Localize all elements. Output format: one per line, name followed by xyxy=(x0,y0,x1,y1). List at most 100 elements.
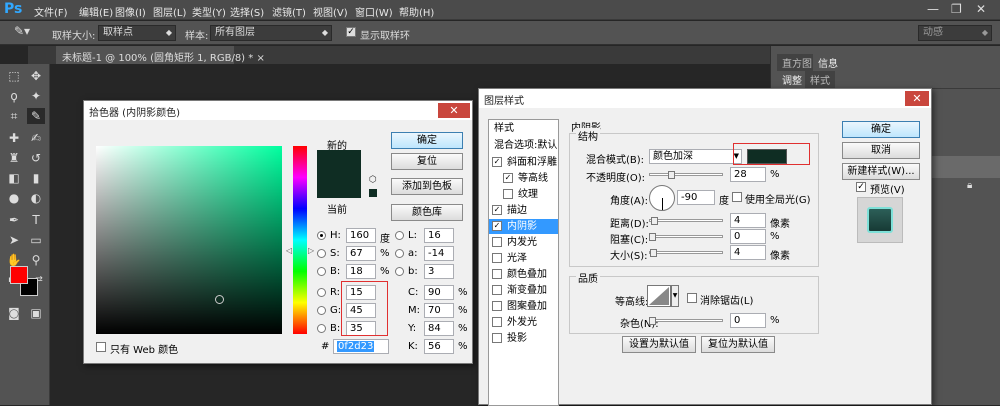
web-only-checkbox[interactable] xyxy=(96,342,106,352)
color-overlay-checkbox[interactable] xyxy=(492,269,502,279)
minimize-icon[interactable]: — xyxy=(927,2,939,16)
cancel-button[interactable]: 取消 xyxy=(842,142,920,159)
new-style-button[interactable]: 新建样式(W)... xyxy=(842,163,920,180)
menu-window[interactable]: 窗口(W) xyxy=(355,4,393,19)
s-input[interactable]: 67 xyxy=(346,246,376,261)
style-item-color-overlay[interactable]: 颜色叠加 xyxy=(489,267,558,282)
close-icon[interactable]: ✕ xyxy=(976,2,986,16)
shape-tool-icon[interactable]: ▭ xyxy=(27,232,45,248)
screen-mode-icon[interactable]: ▣ xyxy=(27,305,45,321)
y-input[interactable]: 84 xyxy=(424,321,454,336)
style-item-satin[interactable]: 光泽 xyxy=(489,251,558,266)
close-icon[interactable]: ✕ xyxy=(438,103,470,118)
menu-image[interactable]: 图像(I) xyxy=(115,4,146,19)
menu-help[interactable]: 帮助(H) xyxy=(399,4,434,19)
move-tool-icon[interactable]: ✥ xyxy=(27,68,45,84)
noise-slider[interactable] xyxy=(649,319,723,322)
hue-slider[interactable] xyxy=(293,146,307,334)
hex-input[interactable]: 0f2d23 xyxy=(333,339,389,354)
c-input[interactable]: 90 xyxy=(424,285,454,300)
l-radio[interactable] xyxy=(395,231,404,240)
s-radio[interactable] xyxy=(317,249,326,258)
current-color-swatch[interactable] xyxy=(317,174,361,198)
close-tab-icon[interactable]: × xyxy=(256,53,264,64)
style-item-stroke[interactable]: ✓ 描边 xyxy=(489,203,558,218)
color-field-cursor[interactable] xyxy=(215,295,224,304)
menu-type[interactable]: 类型(Y) xyxy=(192,4,226,19)
size-slider[interactable] xyxy=(649,251,723,254)
distance-input[interactable]: 4 xyxy=(730,213,766,228)
style-item-drop-shadow[interactable]: 投影 xyxy=(489,331,558,346)
menu-view[interactable]: 视图(V) xyxy=(313,4,348,19)
add-to-swatches-button[interactable]: 添加到色板 xyxy=(391,178,463,195)
noise-input[interactable]: 0 xyxy=(730,313,766,328)
m-input[interactable]: 70 xyxy=(424,303,454,318)
path-selection-icon[interactable]: ➤ xyxy=(5,232,23,248)
tab-styles[interactable]: 样式 xyxy=(805,71,835,88)
gamut-warning-icon[interactable]: ⬡ xyxy=(369,175,377,185)
opacity-slider-thumb[interactable] xyxy=(667,171,675,179)
hue-slider-right-arrow[interactable]: ▷ xyxy=(308,246,314,255)
lab-b-input[interactable]: 3 xyxy=(424,264,454,279)
h-input[interactable]: 160 xyxy=(346,228,376,243)
a-input[interactable]: -14 xyxy=(424,246,454,261)
outer-glow-checkbox[interactable] xyxy=(492,317,502,327)
foreground-color-swatch[interactable] xyxy=(10,266,28,284)
show-ring-checkbox[interactable]: ✓ xyxy=(346,27,356,37)
global-light-checkbox[interactable] xyxy=(732,192,742,202)
reset-default-button[interactable]: 复位为默认值 xyxy=(701,336,775,353)
type-tool-icon[interactable]: T xyxy=(27,212,45,228)
contour-dropdown-arrow[interactable]: ▼ xyxy=(671,285,679,307)
choke-slider[interactable] xyxy=(649,235,723,238)
menu-select[interactable]: 选择(S) xyxy=(230,4,264,19)
lab-b-radio[interactable] xyxy=(395,267,404,276)
gradient-tool-icon[interactable]: ▮ xyxy=(27,170,45,186)
g-radio[interactable] xyxy=(317,306,326,315)
size-slider-thumb[interactable] xyxy=(650,249,657,257)
reset-button[interactable]: 复位 xyxy=(391,153,463,170)
brush-tool-icon[interactable]: ✍ xyxy=(27,130,45,146)
distance-slider-thumb[interactable] xyxy=(651,217,658,225)
history-brush-icon[interactable]: ↺ xyxy=(27,150,45,166)
style-item-texture[interactable]: 纹理 xyxy=(489,187,558,202)
satin-checkbox[interactable] xyxy=(492,253,502,263)
angle-dial[interactable] xyxy=(649,185,675,211)
noise-slider-thumb[interactable] xyxy=(649,317,656,325)
drop-shadow-checkbox[interactable] xyxy=(492,333,502,343)
opacity-input[interactable]: 28 xyxy=(730,167,766,182)
style-item-contour[interactable]: ✓ 等高线 xyxy=(489,171,558,186)
l-input[interactable]: 16 xyxy=(424,228,454,243)
menu-layer[interactable]: 图层(L) xyxy=(153,4,186,19)
choke-input[interactable]: 0 xyxy=(730,229,766,244)
pen-tool-icon[interactable]: ✒ xyxy=(5,212,23,228)
distance-slider[interactable] xyxy=(649,219,723,222)
sample-select[interactable]: 所有图层 ◆ xyxy=(210,25,332,41)
style-item-pattern-overlay[interactable]: 图案叠加 xyxy=(489,299,558,314)
bevel-checkbox[interactable]: ✓ xyxy=(492,157,502,167)
inner-shadow-checkbox[interactable]: ✓ xyxy=(492,221,502,231)
ok-button[interactable]: 确定 xyxy=(842,121,920,138)
eraser-tool-icon[interactable]: ◧ xyxy=(5,170,23,186)
marquee-tool-icon[interactable]: ⬚ xyxy=(5,68,23,84)
texture-checkbox[interactable] xyxy=(503,189,513,199)
gradient-overlay-checkbox[interactable] xyxy=(492,285,502,295)
style-item-bevel[interactable]: ✓ 斜面和浮雕 xyxy=(489,155,558,170)
style-item-inner-shadow[interactable]: ✓ 内阴影 xyxy=(489,219,558,234)
styles-header[interactable]: 样式 xyxy=(489,121,558,136)
blur-tool-icon[interactable]: ● xyxy=(5,190,23,206)
tab-histogram[interactable]: 直方图 xyxy=(777,54,817,71)
blend-options-item[interactable]: 混合选项:默认 xyxy=(489,138,558,153)
dodge-tool-icon[interactable]: ◐ xyxy=(27,190,45,206)
a-radio[interactable] xyxy=(395,249,404,258)
sample-size-select[interactable]: 取样点 ◆ xyxy=(98,25,176,41)
r-radio[interactable] xyxy=(317,288,326,297)
hue-slider-left-arrow[interactable]: ◁ xyxy=(286,246,292,255)
eyedropper-tool-icon[interactable]: ✎ xyxy=(27,108,45,124)
color-libraries-button[interactable]: 颜色库 xyxy=(391,204,463,221)
magic-wand-icon[interactable]: ✦ xyxy=(27,88,45,104)
k-input[interactable]: 56 xyxy=(424,339,454,354)
restore-icon[interactable]: ❐ xyxy=(951,2,962,16)
menu-file[interactable]: 文件(F) xyxy=(34,4,68,19)
style-item-inner-glow[interactable]: 内发光 xyxy=(489,235,558,250)
tab-info[interactable]: 信息 xyxy=(813,54,843,71)
